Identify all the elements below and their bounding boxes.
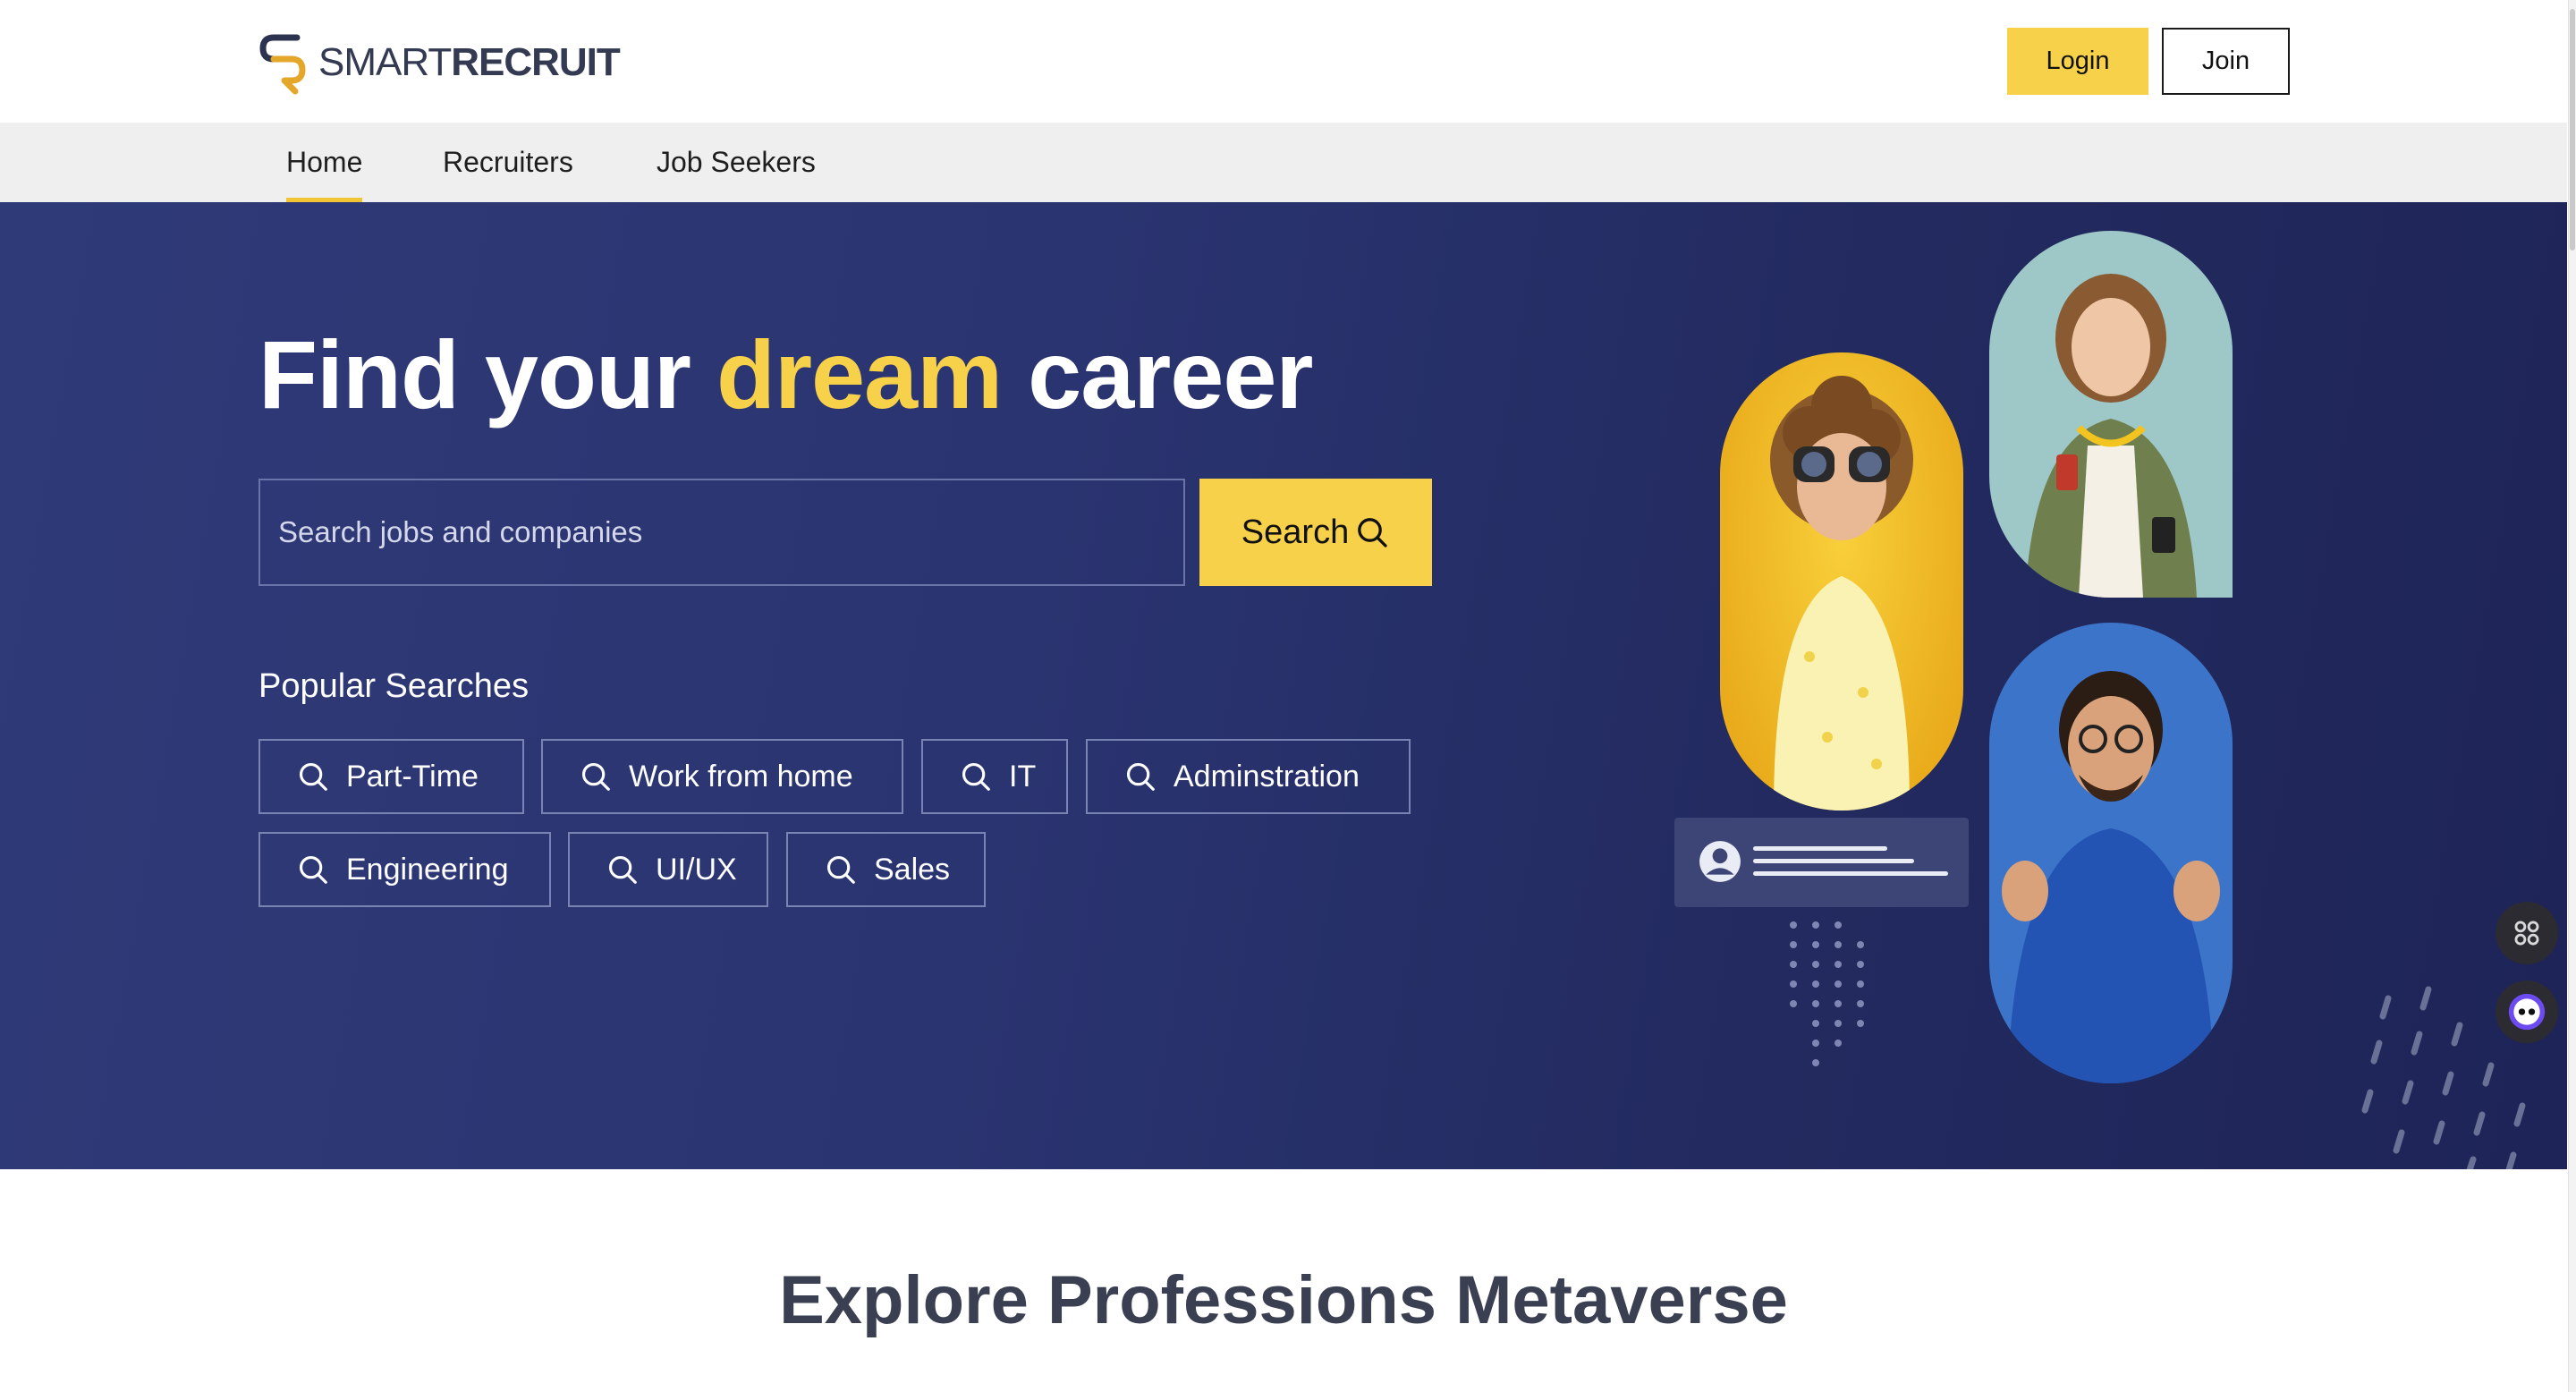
nav-item-home[interactable]: Home <box>286 123 363 202</box>
scrollbar-thumb[interactable] <box>2570 9 2575 250</box>
photo-woman-binoculars <box>1720 352 1963 811</box>
chat-bot-icon <box>2508 993 2546 1031</box>
search-input[interactable] <box>258 479 1185 586</box>
join-button[interactable]: Join <box>2162 28 2290 95</box>
login-button[interactable]: Login <box>2007 28 2148 95</box>
chip-label: Adminstration <box>1174 759 1360 794</box>
chip-label: Sales <box>874 852 951 887</box>
chip-part-time[interactable]: Part-Time <box>258 739 524 814</box>
person-illustration <box>2025 274 2197 598</box>
chip-engineering[interactable]: Engineering <box>258 832 551 907</box>
brand-name-part1: SMART <box>318 40 452 84</box>
search-button[interactable]: Search <box>1199 479 1432 586</box>
search-icon <box>962 762 990 791</box>
sr-logo-icon <box>259 34 306 95</box>
grid-icon <box>2514 921 2539 946</box>
main-nav: Home Recruiters Job Seekers <box>0 123 2567 202</box>
hero-section: Find your dream career Search Popular Se… <box>0 202 2567 1169</box>
chip-label: Work from home <box>629 759 853 794</box>
placeholder-line <box>1753 871 1948 876</box>
chip-label: Engineering <box>346 852 509 887</box>
brand-name: SMARTRECRUIT <box>318 40 621 85</box>
hero-title-part2: career <box>1002 320 1313 429</box>
nav-item-job-seekers[interactable]: Job Seekers <box>657 123 816 202</box>
photo-man-thumbs-up <box>1989 623 2233 1083</box>
search-icon <box>1126 762 1155 791</box>
chip-adminstration[interactable]: Adminstration <box>1086 739 1411 814</box>
popular-searches-label: Popular Searches <box>258 667 530 705</box>
decorative-dots <box>1790 921 1864 1066</box>
brand-logo[interactable]: SMARTRECRUIT <box>258 30 621 95</box>
site-header: SMARTRECRUIT Login Join <box>0 0 2567 123</box>
user-avatar-icon <box>1699 841 1741 882</box>
hero-title-part1: Find your <box>258 320 716 429</box>
search-icon <box>608 855 637 884</box>
chip-label: UI/UX <box>656 852 737 887</box>
brand-name-part2: RECRUIT <box>451 40 621 84</box>
search-button-label: Search <box>1241 513 1350 551</box>
chip-label: IT <box>1009 759 1037 794</box>
person-illustration <box>1770 376 1913 811</box>
person-illustration <box>2002 671 2220 1083</box>
hero-title-accent: dream <box>716 320 1003 429</box>
hero-title: Find your dream career <box>258 318 1313 430</box>
chip-sales[interactable]: Sales <box>786 832 986 907</box>
page-scrollbar[interactable] <box>2568 0 2576 1392</box>
chat-widget-button[interactable] <box>2496 980 2558 1043</box>
apps-widget-button[interactable] <box>2496 902 2558 964</box>
chip-label: Part-Time <box>346 759 479 794</box>
placeholder-line <box>1753 859 1914 863</box>
chip-ui-ux[interactable]: UI/UX <box>568 832 768 907</box>
nav-item-recruiters[interactable]: Recruiters <box>443 123 573 202</box>
photo-woman-headphones <box>1989 231 2233 598</box>
search-icon <box>826 855 855 884</box>
search-icon <box>1358 518 1387 547</box>
search-icon <box>581 762 610 791</box>
chip-work-from-home[interactable]: Work from home <box>541 739 903 814</box>
chip-it[interactable]: IT <box>921 739 1068 814</box>
placeholder-line <box>1753 846 1887 851</box>
profile-card-graphic <box>1674 818 1969 907</box>
search-icon <box>299 762 327 791</box>
explore-section-title: Explore Professions Metaverse <box>779 1262 1788 1338</box>
search-icon <box>299 855 327 884</box>
